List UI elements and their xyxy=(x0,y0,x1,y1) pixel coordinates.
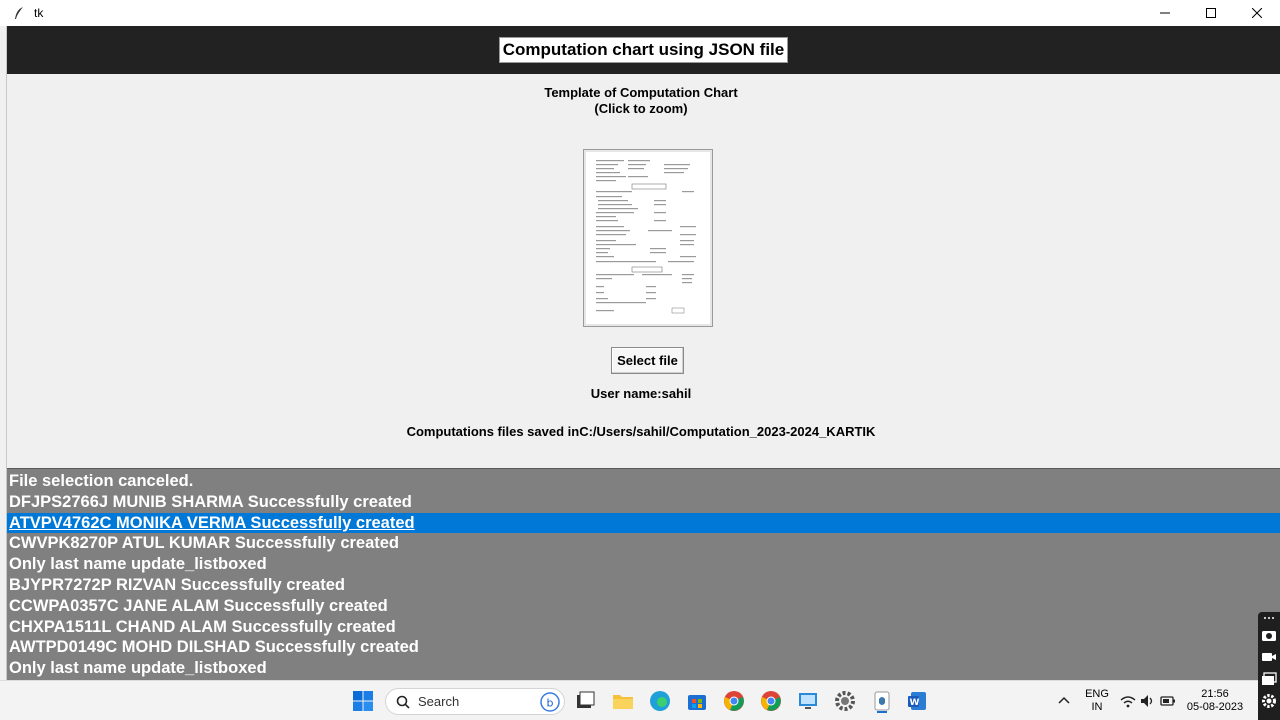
list-item-selected[interactable]: ATVPV4762C MONIKA VERMA Successfully cre… xyxy=(7,512,1280,534)
svg-text:W: W xyxy=(910,698,920,708)
template-thumbnail[interactable] xyxy=(583,149,713,327)
taskbar-search[interactable]: Search b xyxy=(385,688,565,715)
more-icon[interactable] xyxy=(1258,612,1280,624)
chrome-profile-icon[interactable] xyxy=(759,689,783,713)
search-icon xyxy=(396,695,410,709)
edge-icon[interactable] xyxy=(648,689,672,713)
video-icon[interactable] xyxy=(1258,646,1280,668)
word-icon[interactable]: W xyxy=(905,689,929,713)
header-bar: Computation chart using JSON file xyxy=(7,26,1280,74)
template-caption-line1: Template of Computation Chart xyxy=(544,85,738,100)
side-toolbar xyxy=(1258,612,1280,720)
page-title: Computation chart using JSON file xyxy=(498,37,789,63)
list-item[interactable]: BJYPR7272P RIZVAN Successfully created xyxy=(7,575,1280,596)
log-listbox[interactable]: File selection canceled. DFJPS2766J MUNI… xyxy=(7,468,1280,680)
task-view-icon[interactable] xyxy=(573,689,597,713)
window-title: tk xyxy=(34,6,44,20)
settings-gear-icon[interactable] xyxy=(833,689,857,713)
list-item[interactable]: Only last name update_listboxed xyxy=(7,554,1280,575)
start-icon[interactable] xyxy=(351,689,375,713)
template-caption: Template of Computation Chart (Click to … xyxy=(1,85,1280,117)
list-item[interactable]: File selection canceled. xyxy=(7,471,1280,492)
list-item[interactable]: AWTPD0149C MOHD DILSHAD Successfully cre… xyxy=(7,637,1280,658)
list-item[interactable]: Only last name update_listboxed xyxy=(7,658,1280,679)
remote-desktop-icon[interactable] xyxy=(796,689,820,713)
window-titlebar: tk xyxy=(0,0,1280,26)
saved-path-label: Computations files saved inC:/Users/sahi… xyxy=(406,424,876,439)
clock-date: 05-08-2023 xyxy=(1186,701,1244,713)
python-icon[interactable] xyxy=(870,689,894,713)
maximize-button[interactable] xyxy=(1188,0,1234,26)
wifi-icon[interactable] xyxy=(1119,689,1137,713)
chrome-icon[interactable] xyxy=(722,689,746,713)
gallery-icon[interactable] xyxy=(1258,668,1280,690)
select-file-button[interactable]: Select file xyxy=(611,347,684,374)
app-window: Computation chart using JSON file Templa… xyxy=(6,26,1280,680)
bing-icon: b xyxy=(540,691,560,712)
search-placeholder: Search xyxy=(418,694,460,709)
battery-icon[interactable] xyxy=(1159,689,1177,713)
svg-text:b: b xyxy=(547,696,554,709)
file-explorer-icon[interactable] xyxy=(611,689,635,713)
template-caption-line2: (Click to zoom) xyxy=(594,101,688,116)
list-item[interactable]: CWVPK8270P ATUL KUMAR Successfully creat… xyxy=(7,533,1280,554)
gear-icon[interactable] xyxy=(1258,690,1280,712)
list-item[interactable]: CHXPA1511L CHAND ALAM Successfully creat… xyxy=(7,617,1280,638)
taskbar: Search b W ENG IN 21:56 05-08-2023 xyxy=(0,680,1280,720)
list-item[interactable]: DFJPS2766J MUNIB SHARMA Successfully cre… xyxy=(7,492,1280,513)
list-item[interactable]: CCWPA0357C JANE ALAM Successfully create… xyxy=(7,596,1280,617)
minimize-button[interactable] xyxy=(1142,0,1188,26)
clock-time: 21:56 xyxy=(1201,688,1229,700)
user-name-label: User name:sahil xyxy=(590,386,692,401)
camera-icon[interactable] xyxy=(1258,624,1280,646)
volume-icon[interactable] xyxy=(1139,689,1157,713)
language-indicator[interactable]: ENG IN xyxy=(1082,688,1112,714)
clock[interactable]: 21:56 05-08-2023 xyxy=(1186,688,1244,714)
store-icon[interactable] xyxy=(685,689,709,713)
close-button[interactable] xyxy=(1234,0,1280,26)
chevron-up-icon[interactable] xyxy=(1056,689,1072,713)
feather-icon xyxy=(12,6,26,20)
